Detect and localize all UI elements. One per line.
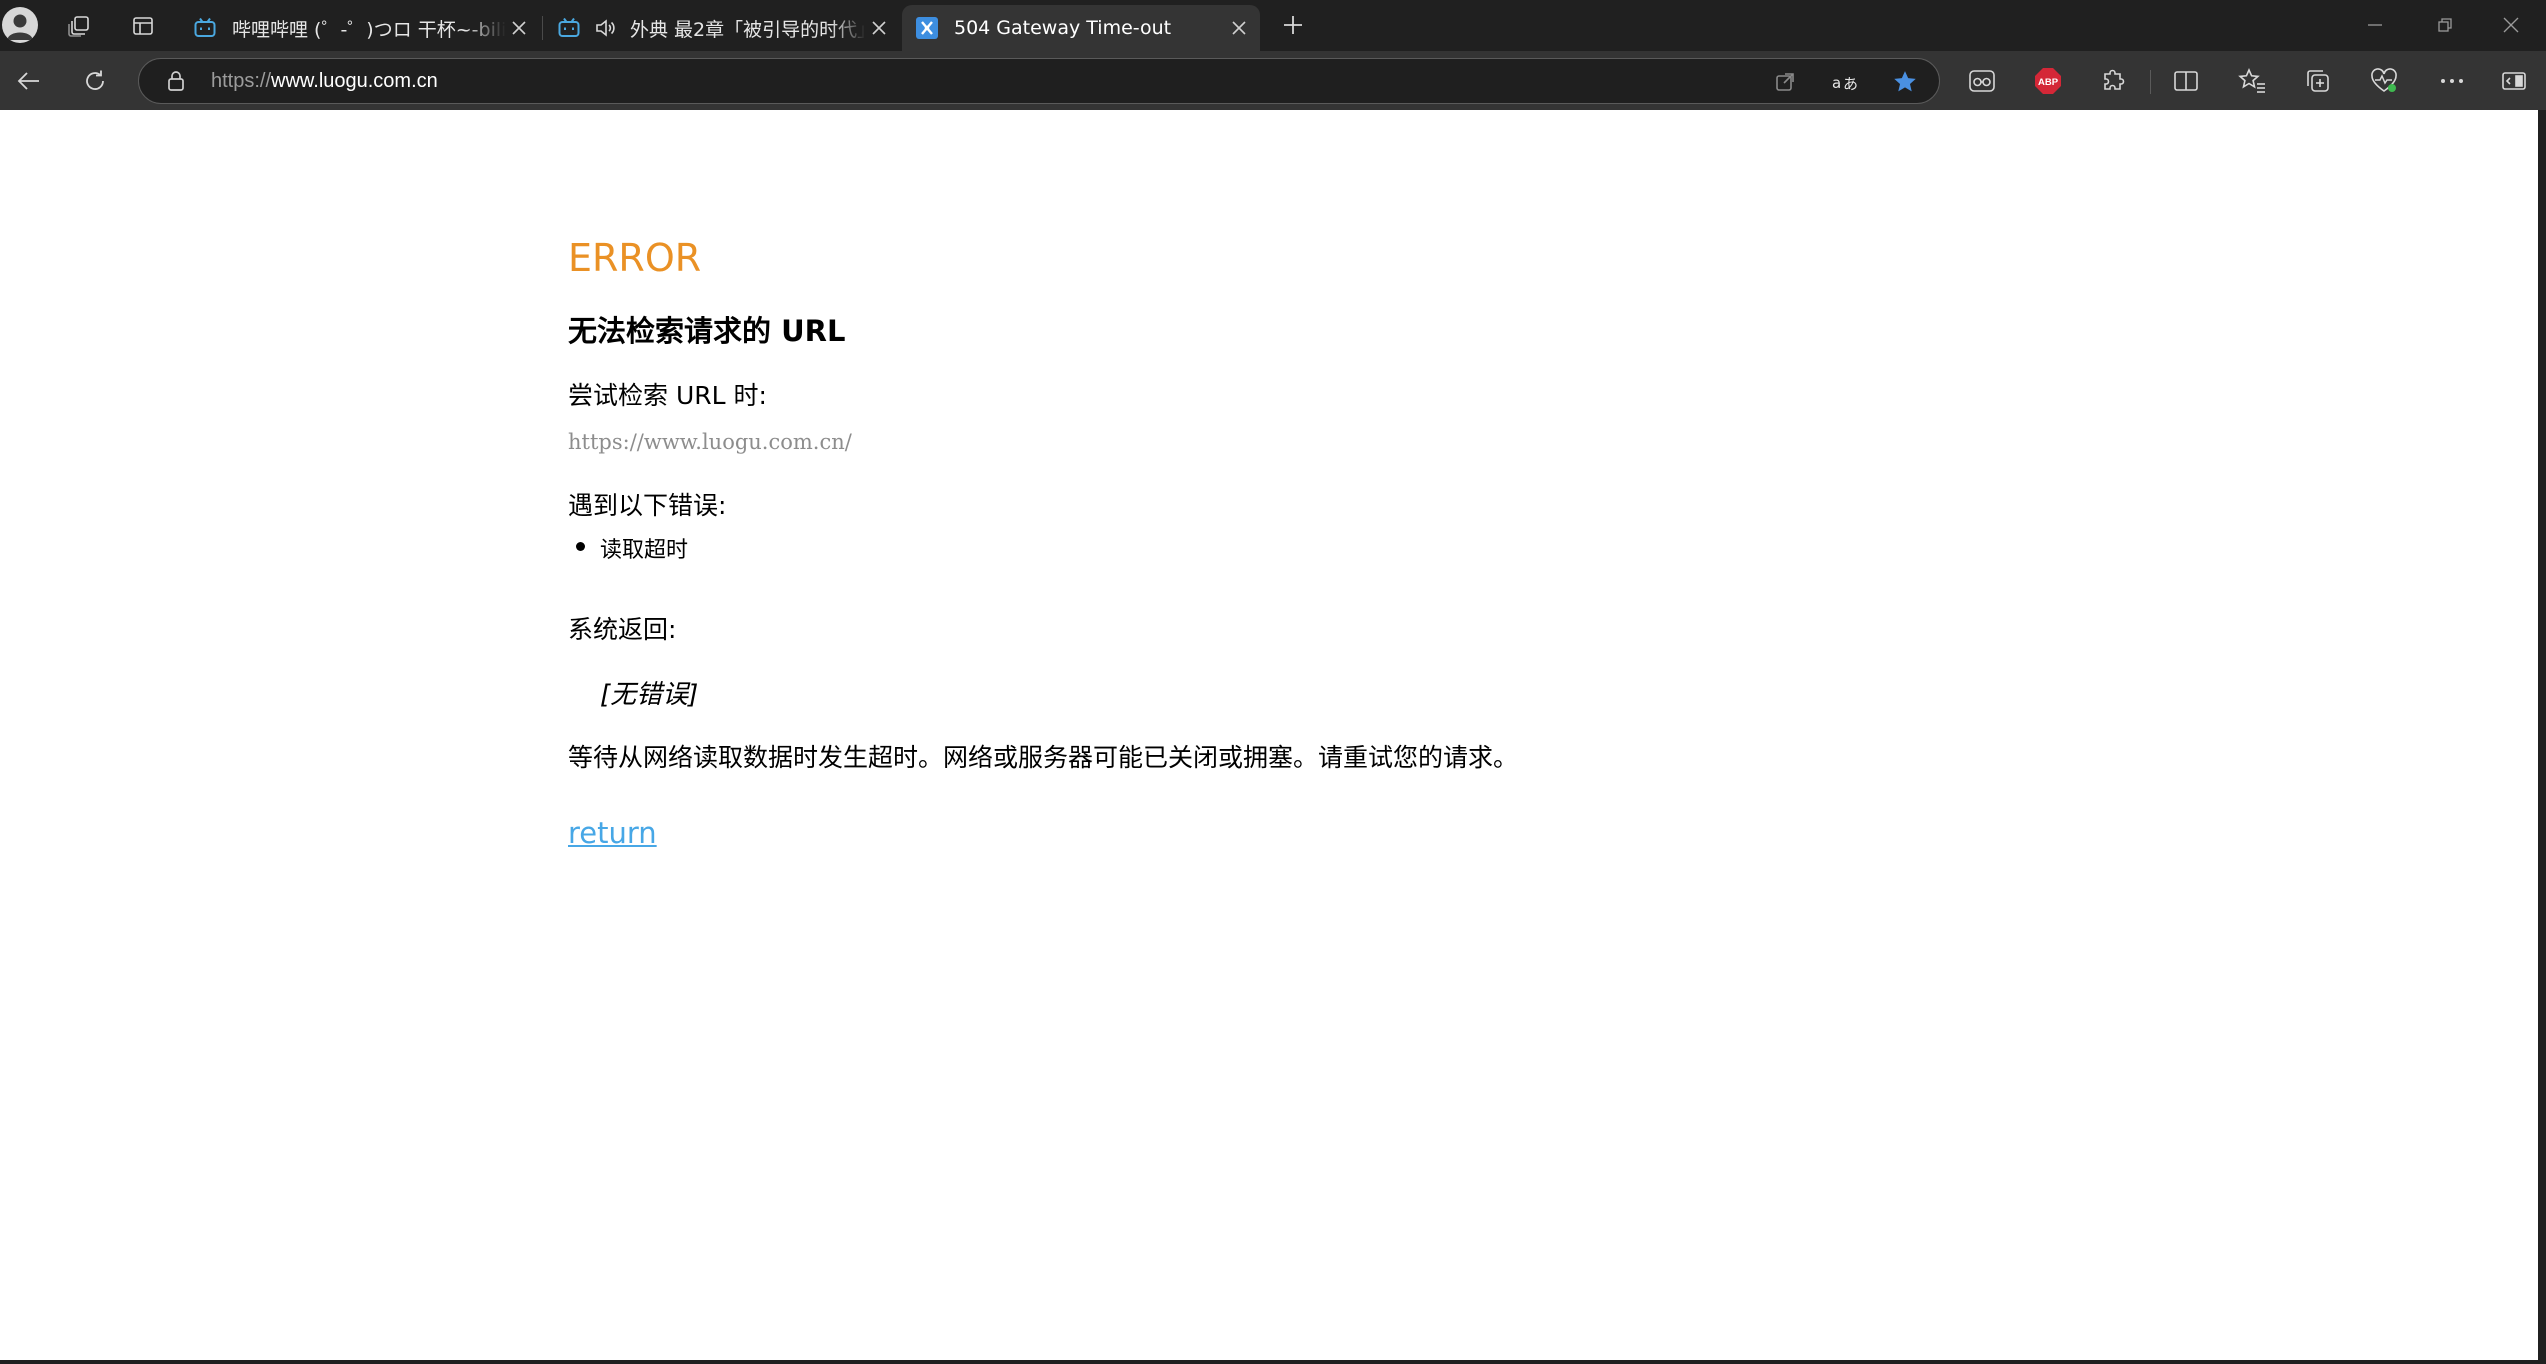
bilibili-icon [192,15,218,41]
bullet-icon [576,542,585,551]
favorite-star-icon[interactable] [1891,68,1919,96]
luogu-icon [914,15,940,41]
address-bar[interactable]: https://www.luogu.com.cn a あ [138,58,1940,104]
new-tab-button[interactable] [1276,8,1310,42]
return-link[interactable]: return [568,816,657,850]
more-dots-icon [2441,79,2463,83]
puzzle-icon [2104,69,2125,90]
close-icon[interactable] [506,15,532,41]
close-icon[interactable] [866,15,892,41]
tab-title: 504 Gateway Time-out [954,17,1172,39]
restore-button[interactable] [2410,0,2480,50]
adblock-plus-button[interactable]: ABP [2028,61,2068,101]
extensions-button[interactable] [2094,61,2134,101]
restore-icon [2438,18,2452,32]
plus-icon [1284,16,1302,34]
tab-separator [542,16,543,40]
lock-icon[interactable] [165,70,187,92]
tab-title: 哔哩哔哩 (゜-゜)つロ 干杯~-bilibili [232,18,506,41]
attempted-url: https://www.luogu.com.cn/ [568,430,852,454]
back-button[interactable] [8,60,50,102]
split-screen-icon [2174,71,2198,91]
extension-glasses-button[interactable] [1962,61,2002,101]
heart-pulse-icon [2371,68,2397,92]
favorites-button[interactable] [2232,61,2272,101]
vertical-tabs-icon [133,17,153,35]
error-list-item: 读取超时 [600,538,689,563]
error-description: 等待从网络读取数据时发生超时。网络或服务器可能已关闭或拥塞。请重试您的请求。 [568,743,1519,772]
speaker-icon[interactable] [592,15,618,41]
system-return-label: 系统返回: [568,615,677,644]
bilibili-icon [556,15,582,41]
url-scheme: https:// [211,70,272,92]
sidebar-icon [2502,72,2526,90]
minimize-button[interactable] [2340,0,2410,50]
attempt-label: 尝试检索 URL 时: [568,381,767,410]
svg-text:a: a [1832,74,1841,92]
browser-toolbar: https://www.luogu.com.cn a あ ABP [0,51,2546,110]
sidebar-toggle-button[interactable] [2494,61,2534,101]
svg-text:あ: あ [1843,75,1858,93]
split-screen-button[interactable] [2166,61,2206,101]
tab-title: 外典 最2章「被引导的时代」 [630,18,866,41]
system-message: [无错误] [600,680,699,710]
workspaces-icon [68,16,89,37]
workspaces-button[interactable] [63,11,95,41]
url-text[interactable]: https://www.luogu.com.cn [211,70,438,93]
tab-strip: 哔哩哔哩 (゜-゜)つロ 干杯~-bilibili 外典 最2章「被引导的时代」 [0,0,2546,51]
arrow-left-icon [17,72,39,90]
adblock-plus-icon: ABP [2035,68,2061,94]
abp-badge-text: ABP [2038,77,2059,88]
page-viewport: ERROR 无法检索请求的 URL 尝试检索 URL 时: https://ww… [0,110,2540,1360]
close-icon [2503,17,2519,33]
collections-icon [2307,70,2329,92]
person-icon [7,14,33,40]
favorites-list-icon [2238,68,2265,93]
settings-more-button[interactable] [2432,61,2472,101]
close-window-button[interactable] [2476,0,2546,50]
encountered-label: 遇到以下错误: [568,491,727,520]
error-title: ERROR [568,236,702,280]
tab-luogu-error[interactable]: 504 Gateway Time-out [902,5,1260,51]
refresh-icon [86,70,104,90]
open-in-app-icon[interactable] [1771,68,1799,96]
profile-avatar[interactable] [2,7,38,43]
translate-icon[interactable]: a あ [1829,68,1865,96]
url-host: www.luogu.com.cn [271,70,438,92]
tab-bilibili-home[interactable]: 哔哩哔哩 (゜-゜)つロ 干杯~-bilibili [180,5,540,51]
collections-button[interactable] [2298,61,2338,101]
minimize-icon [2368,24,2382,26]
tab-bilibili-video[interactable]: 外典 最2章「被引导的时代」 [544,5,900,51]
glasses-icon [1969,70,1995,92]
toolbar-separator [2150,70,2151,94]
refresh-button[interactable] [74,60,116,102]
error-heading: 无法检索请求的 URL [568,314,846,348]
close-icon[interactable] [1226,15,1252,41]
tab-actions-button[interactable] [127,11,159,41]
browser-essentials-button[interactable] [2364,61,2404,101]
